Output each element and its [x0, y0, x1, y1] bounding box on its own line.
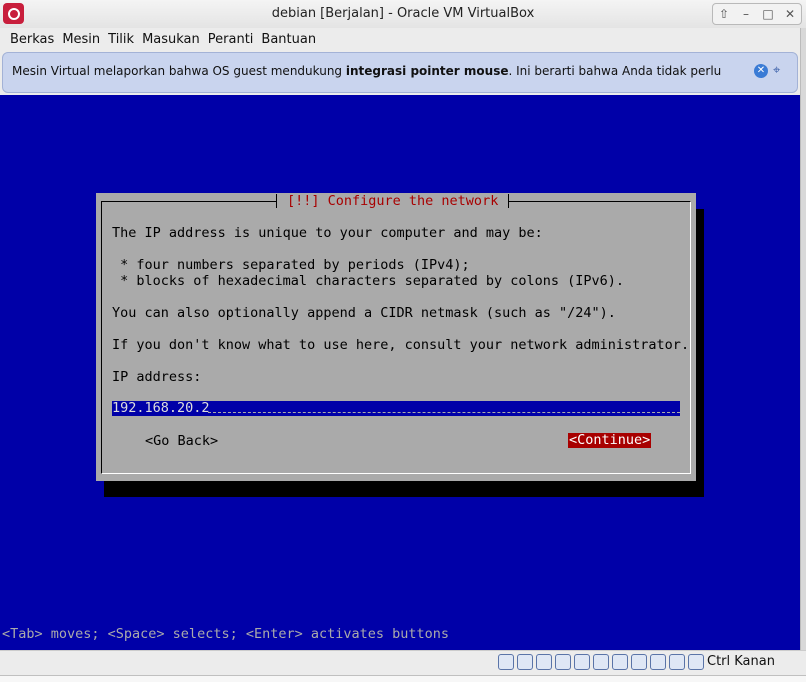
window-controls: ⇧ – □ ✕ [712, 3, 802, 25]
shared-folder-icon[interactable] [593, 654, 609, 670]
continue-button[interactable]: <Continue> [568, 433, 652, 448]
menu-tilik[interactable]: Tilik [108, 32, 142, 47]
dialog-title: [!!] Configure the network [276, 194, 510, 208]
notification-text-end: . Ini berarti bahwa Anda tidak perlu [508, 64, 722, 78]
dialog-line-5: If you don't know what to use here, cons… [112, 337, 690, 353]
ip-address-label: IP address: [112, 369, 202, 385]
mouse-integration-icon[interactable]: ⌖ [773, 63, 789, 79]
close-icon[interactable]: ✕ [754, 64, 768, 78]
window-edge [800, 28, 806, 653]
menu-mesin[interactable]: Mesin [62, 32, 108, 47]
vm-screen[interactable]: [!!] Configure the network The IP addres… [0, 95, 800, 650]
dialog-line-2: * four numbers separated by periods (IPv… [112, 257, 470, 273]
dialog-line-3: * blocks of hexadecimal characters separ… [112, 273, 625, 289]
optical-drive-icon[interactable] [517, 654, 533, 670]
notification-text: Mesin Virtual melaporkan bahwa OS guest … [12, 64, 721, 78]
title-bar: debian [Berjalan] - Oracle VM VirtualBox… [0, 0, 806, 29]
host-key-label: Ctrl Kanan [707, 654, 775, 669]
recording-icon[interactable] [631, 654, 647, 670]
cpu-icon[interactable] [650, 654, 666, 670]
minimize-button[interactable]: – [735, 4, 757, 24]
notification-text-start: Mesin Virtual melaporkan bahwa OS guest … [12, 64, 346, 78]
dialog-line-1: The IP address is unique to your compute… [112, 225, 543, 241]
mouse-icon[interactable] [669, 654, 685, 670]
dialog-line-4: You can also optionally append a CIDR ne… [112, 305, 616, 321]
menu-peranti[interactable]: Peranti [208, 32, 262, 47]
installer-dialog: [!!] Configure the network The IP addres… [96, 193, 696, 481]
menu-bantuan[interactable]: Bantuan [261, 32, 324, 47]
maximize-button[interactable]: □ [757, 4, 779, 24]
go-back-button[interactable]: <Go Back> [145, 433, 218, 449]
hard-disk-icon[interactable] [498, 654, 514, 670]
notification-banner: Mesin Virtual melaporkan bahwa OS guest … [2, 52, 798, 93]
close-button[interactable]: ✕ [779, 4, 801, 24]
keep-above-button[interactable]: ⇧ [713, 4, 735, 24]
window-title: debian [Berjalan] - Oracle VM VirtualBox [271, 6, 535, 21]
ip-address-value: 192.168.20.2 [112, 400, 210, 416]
menu-masukan[interactable]: Masukan [142, 32, 208, 47]
keyboard-icon[interactable] [688, 654, 704, 670]
usb-icon[interactable] [574, 654, 590, 670]
ip-address-input[interactable]: 192.168.20.2 [112, 401, 680, 416]
notification-text-bold: integrasi pointer mouse [345, 64, 509, 78]
input-underline [208, 412, 680, 413]
menu-bar: Berkas Mesin Tilik Masukan Peranti Bantu… [0, 28, 806, 50]
menu-berkas[interactable]: Berkas [0, 32, 62, 47]
audio-icon[interactable] [536, 654, 552, 670]
status-icons [498, 654, 704, 670]
keyboard-hint: <Tab> moves; <Space> selects; <Enter> ac… [2, 626, 450, 642]
status-bar: Ctrl Kanan [0, 650, 806, 675]
network-icon[interactable] [555, 654, 571, 670]
display-icon[interactable] [612, 654, 628, 670]
